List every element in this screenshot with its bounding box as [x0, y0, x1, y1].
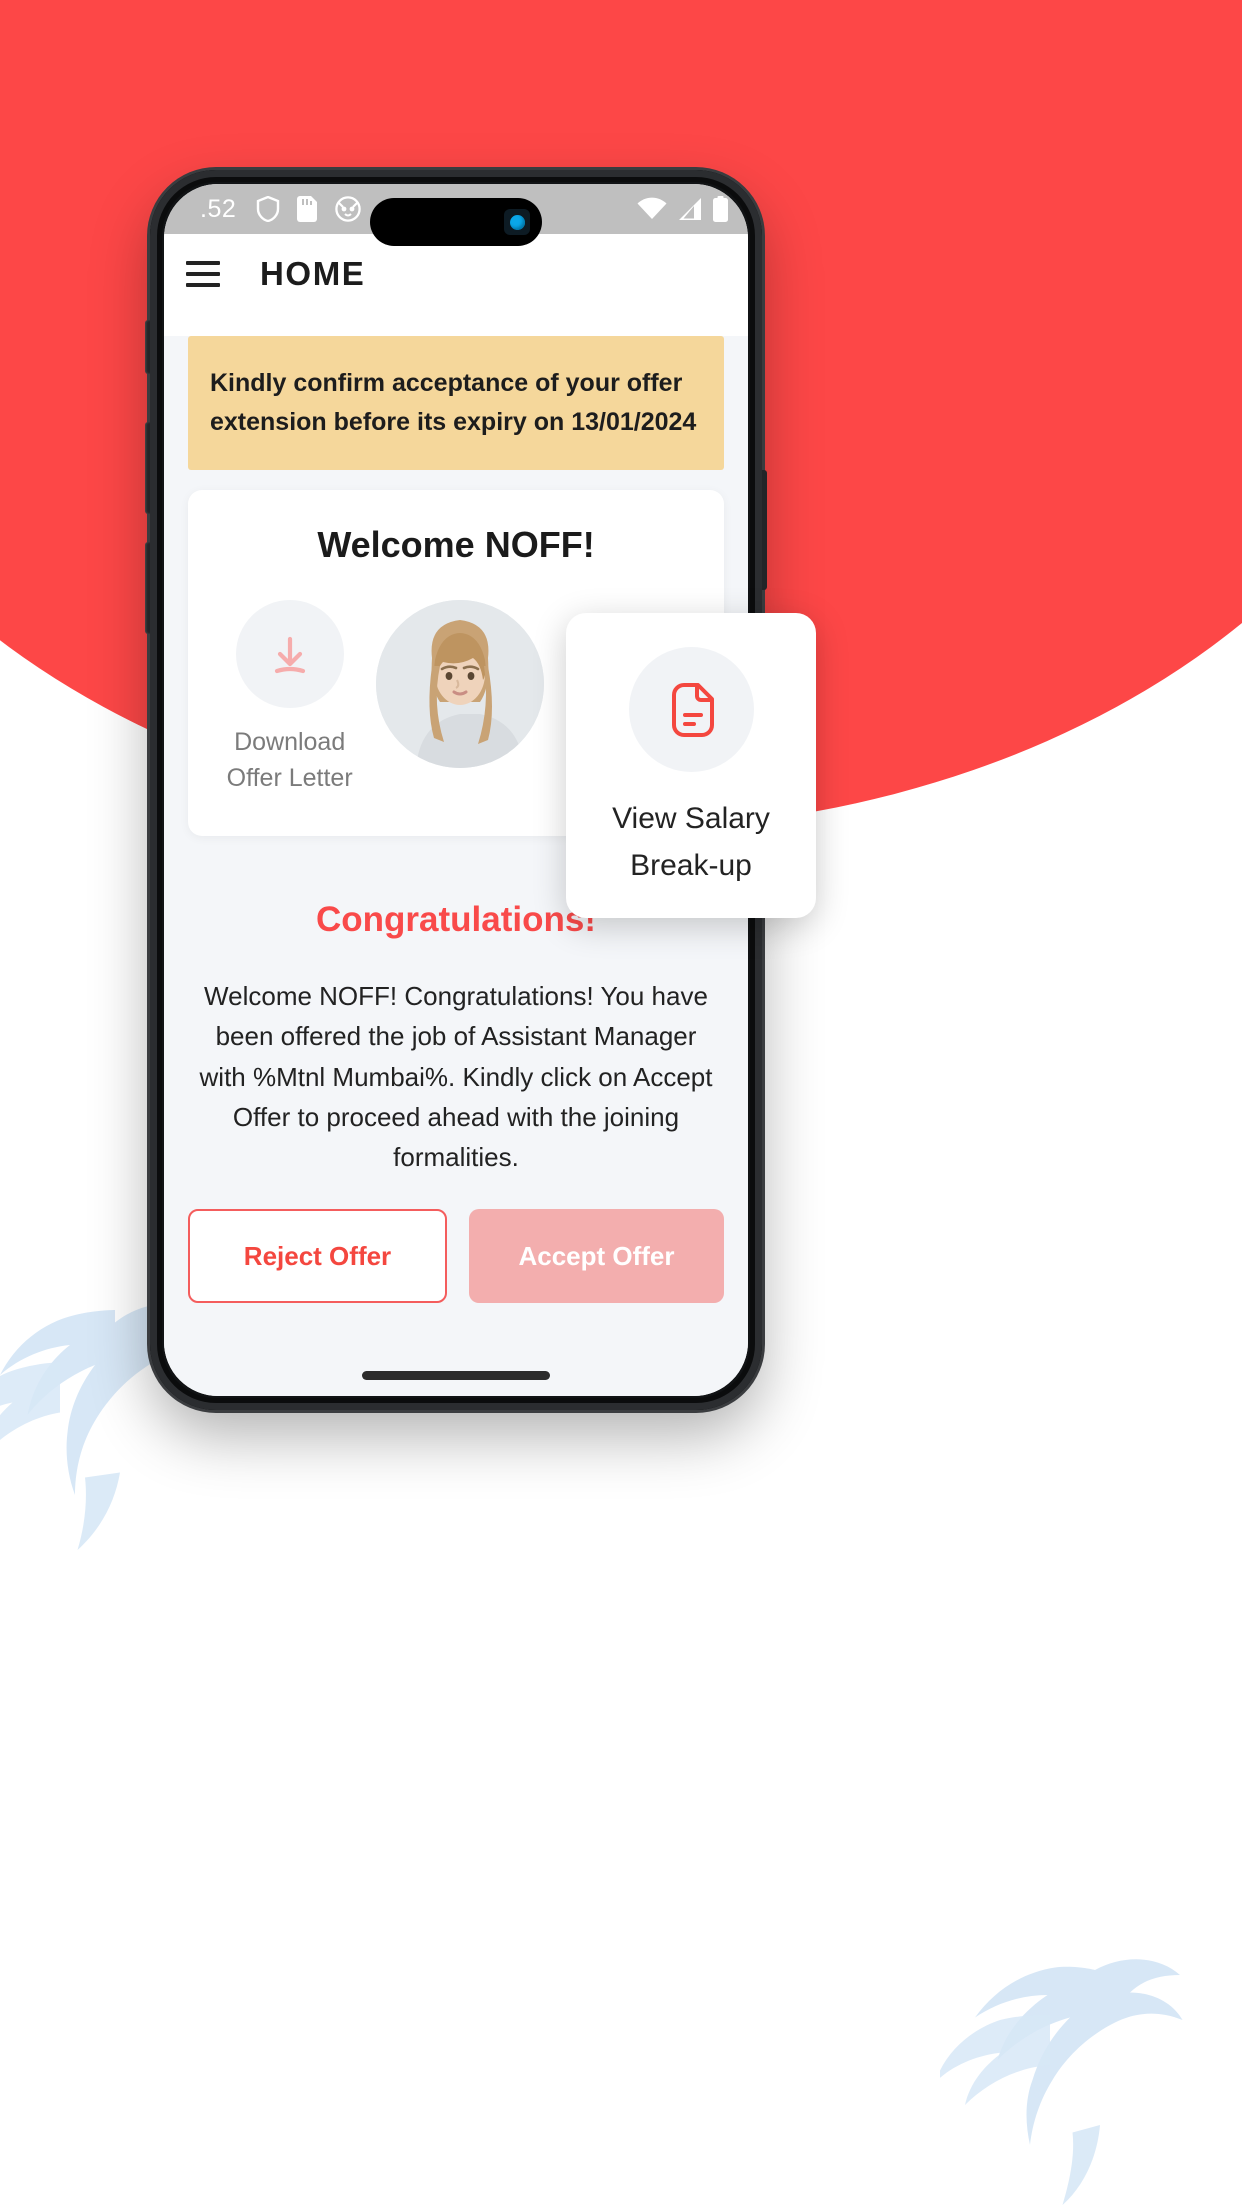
download-label-line1: Download [234, 727, 346, 756]
popup-label-line1: View Salary [612, 802, 770, 835]
avatar-photo [375, 599, 544, 768]
download-icon-circle [235, 599, 344, 708]
download-icon [274, 636, 305, 673]
download-label-line2: Offer Letter [226, 763, 353, 792]
volume-up-button[interactable] [145, 422, 152, 514]
avatar [375, 599, 544, 768]
congratulations-body: Welcome NOFF! Congratulations! You have … [199, 981, 713, 1173]
sd-card-icon [297, 196, 318, 222]
accept-offer-button[interactable]: Accept Offer [469, 1209, 724, 1304]
app-header: HOME [164, 234, 748, 314]
popup-label-line2: Break-up [630, 848, 752, 882]
download-offer-letter-label: Download Offer Letter [205, 724, 375, 797]
reject-offer-button[interactable]: Reject Offer [188, 1209, 447, 1304]
cellular-signal-icon [679, 198, 701, 220]
owl-face-icon [335, 196, 362, 222]
volume-down-button[interactable] [145, 542, 152, 634]
offer-expiry-banner: Kindly confirm acceptance of your offer … [188, 336, 724, 470]
front-camera-icon [504, 209, 530, 235]
home-indicator[interactable] [362, 1371, 550, 1380]
hummingbird-decoration-right [940, 1959, 1183, 2205]
dynamic-island [370, 198, 542, 246]
wifi-icon [637, 197, 667, 219]
view-salary-breakup-popup[interactable]: View Salary Break-up [566, 613, 816, 918]
salary-document-icon-circle [628, 647, 754, 772]
offer-action-buttons: Reject Offer Accept Offer [188, 1209, 724, 1304]
salary-document-icon [672, 682, 714, 737]
welcome-heading: Welcome NOFF! [317, 523, 595, 565]
status-bar-notification-icons [256, 196, 362, 222]
status-bar: .52 [164, 184, 748, 246]
mute-switch[interactable] [145, 320, 152, 374]
power-button[interactable] [760, 470, 767, 590]
page-title: HOME [260, 255, 366, 292]
shield-icon [257, 196, 280, 222]
status-bar-system-icons [637, 196, 728, 222]
download-offer-letter-action[interactable]: Download Offer Letter [205, 599, 375, 797]
view-salary-breakup-label: View Salary Break-up [612, 796, 770, 889]
battery-icon [713, 196, 728, 222]
user-avatar-action[interactable] [375, 599, 556, 768]
status-bar-clock: .52 [200, 194, 237, 223]
hamburger-menu-icon[interactable] [186, 261, 220, 287]
